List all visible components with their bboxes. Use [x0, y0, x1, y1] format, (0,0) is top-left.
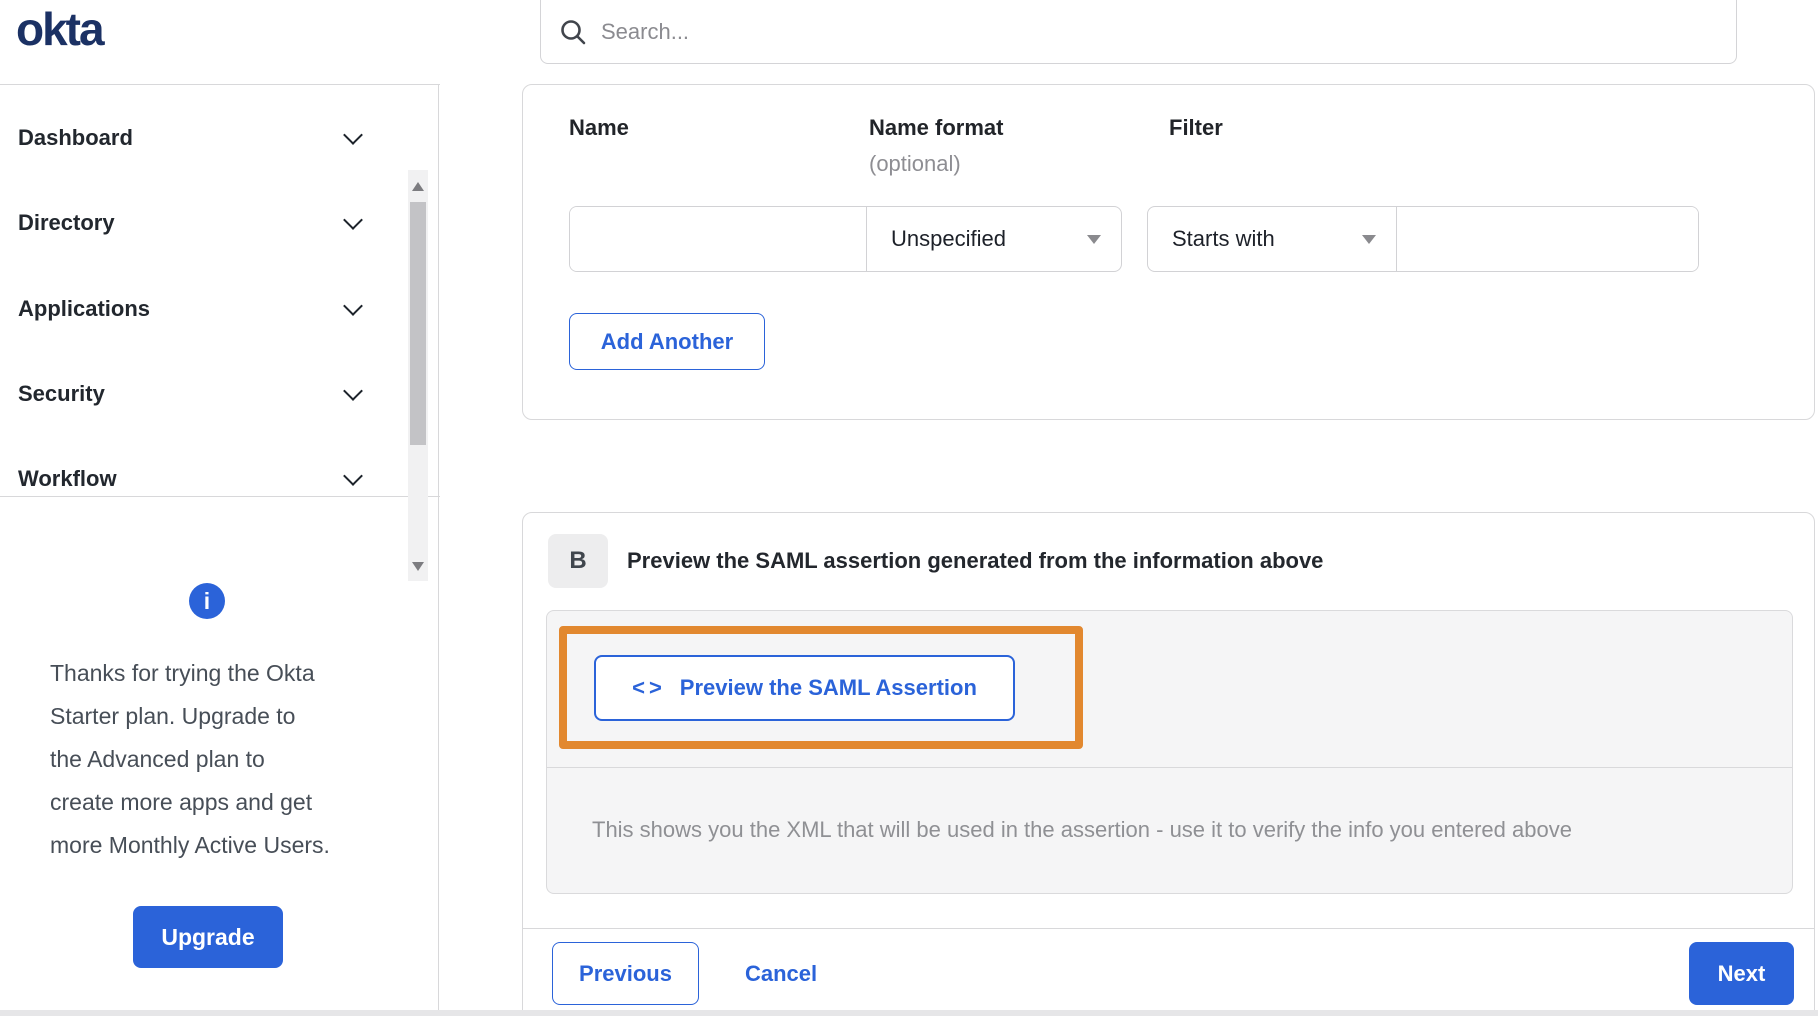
panel-divider — [547, 767, 1792, 768]
upsell-line: Starter plan. Upgrade to — [50, 703, 296, 729]
name-format-selected-value: Unspecified — [890, 226, 1006, 251]
name-and-format-group: Unspecified — [569, 206, 1122, 272]
sidebar-item-label: Security — [18, 381, 105, 406]
code-brackets-icon: <> — [632, 675, 666, 700]
bottom-edge-strip — [0, 1010, 1818, 1016]
sidebar-item-security[interactable]: Security — [0, 367, 408, 421]
upsell-line: the Advanced plan to — [50, 746, 265, 772]
upsell-line: Thanks for trying the Okta — [50, 660, 315, 686]
search-icon — [561, 20, 586, 45]
search-input[interactable] — [601, 19, 1681, 45]
caret-down-icon — [1362, 235, 1376, 244]
okta-admin-screen: okta Dashboard Directory Applications Se… — [0, 0, 1818, 1016]
sidebar-item-label: Dashboard — [18, 125, 133, 150]
sidebar-item-directory[interactable]: Directory — [0, 196, 408, 250]
chevron-down-icon — [343, 210, 363, 230]
step-b-badge: B — [548, 534, 608, 588]
attribute-statements-card: Name Name format (optional) Filter Unspe… — [522, 84, 1815, 420]
sidebar-item-label: Workflow — [18, 466, 117, 491]
name-column-label: Name — [569, 115, 629, 140]
sidebar-item-applications[interactable]: Applications — [0, 282, 408, 336]
sidebar-divider — [438, 84, 439, 1016]
filter-column-label: Filter — [1169, 115, 1223, 140]
preview-saml-assertion-button[interactable]: <> Preview the SAML Assertion — [594, 655, 1015, 721]
sidebar-scrollbar[interactable] — [408, 170, 428, 581]
upgrade-button[interactable]: Upgrade — [133, 906, 283, 968]
name-format-column-label: Name format — [869, 115, 1004, 140]
filter-type-select[interactable]: Starts with — [1148, 207, 1396, 271]
chevron-down-icon — [343, 296, 363, 316]
sidebar-item-workflow[interactable]: Workflow — [0, 452, 408, 506]
sidebar-item-dashboard[interactable]: Dashboard — [0, 111, 408, 165]
previous-button[interactable]: Previous — [552, 942, 699, 1005]
preview-description: This shows you the XML that will be used… — [592, 817, 1572, 842]
preview-section-title: Preview the SAML assertion generated fro… — [627, 548, 1324, 573]
preview-button-label: Preview the SAML Assertion — [679, 675, 977, 700]
scroll-down-arrow-icon[interactable] — [412, 562, 424, 571]
next-button[interactable]: Next — [1689, 942, 1794, 1005]
sidebar-item-label: Applications — [18, 296, 151, 321]
info-icon: i — [189, 583, 225, 619]
caret-down-icon — [1087, 235, 1101, 244]
footer-divider — [523, 928, 1814, 929]
filter-type-selected-value: Starts with — [1172, 226, 1275, 251]
scrollbar-thumb[interactable] — [410, 202, 426, 445]
cancel-link[interactable]: Cancel — [745, 942, 817, 1005]
filter-group: Starts with — [1147, 206, 1699, 272]
sidebar-item-label: Directory — [18, 210, 115, 235]
filter-value-input[interactable] — [1397, 207, 1698, 271]
upsell-message: Thanks for trying the Okta Starter plan.… — [50, 652, 330, 867]
global-search[interactable] — [540, 0, 1737, 64]
upsell-line: more Monthly Active Users. — [50, 832, 330, 858]
sidebar-nav: Dashboard Directory Applications Securit… — [0, 84, 440, 581]
upsell-line: create more apps and get — [50, 789, 313, 815]
preview-saml-card: B Preview the SAML assertion generated f… — [522, 512, 1815, 1016]
name-format-select[interactable]: Unspecified — [867, 207, 1121, 271]
preview-panel: <> Preview the SAML Assertion This shows… — [546, 610, 1793, 894]
chevron-down-icon — [343, 125, 363, 145]
okta-logo[interactable]: okta — [16, 2, 105, 56]
add-another-button[interactable]: Add Another — [569, 313, 765, 370]
chevron-down-icon — [343, 381, 363, 401]
attribute-name-input[interactable] — [570, 207, 866, 271]
chevron-down-icon — [343, 466, 363, 486]
scroll-up-arrow-icon[interactable] — [412, 182, 424, 191]
name-format-optional-label: (optional) — [869, 151, 961, 176]
